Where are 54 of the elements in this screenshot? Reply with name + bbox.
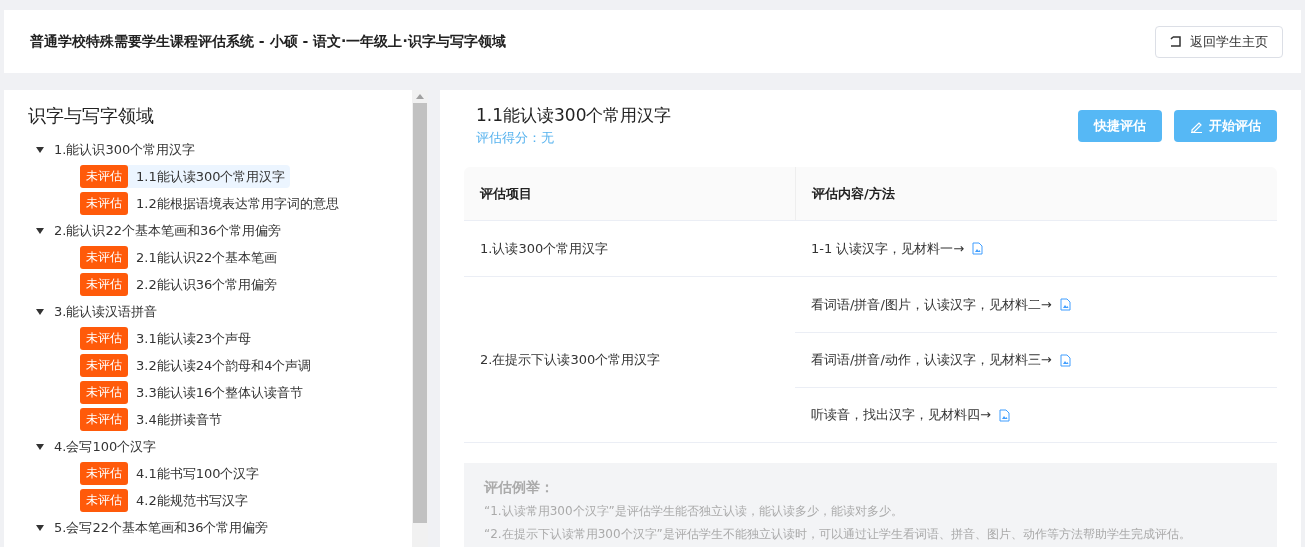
tree-item[interactable]: 未评估 3.1能认读23个声母	[80, 327, 256, 350]
tree-item[interactable]: 未评估 1.1能认读300个常用汉字	[80, 165, 290, 188]
status-badge: 未评估	[80, 354, 128, 377]
tree-item[interactable]: 未评估 1.2能根据语境表达常用字词的意思	[80, 192, 343, 215]
example-text: “1.认读常用300个汉字”是评估学生能否独立认读，能认读多少，能读对多少。	[484, 503, 904, 520]
status-badge: 未评估	[80, 462, 128, 485]
tree-item[interactable]: 未评估 4.2能规范书写汉字	[80, 489, 252, 512]
column-header: 评估内容/方法	[795, 167, 1277, 221]
caret-icon[interactable]	[36, 443, 44, 450]
status-badge: 未评估	[80, 165, 128, 188]
score-text: 评估得分：无	[476, 129, 555, 147]
return-icon	[1170, 36, 1182, 47]
file-icon[interactable]	[972, 242, 984, 255]
scrollbar[interactable]	[412, 90, 428, 547]
status-badge: 未评估	[80, 381, 128, 404]
status-badge: 未评估	[80, 246, 128, 269]
status-badge: 未评估	[80, 489, 128, 512]
file-icon[interactable]	[998, 408, 1010, 422]
caret-icon[interactable]	[36, 227, 44, 234]
column-header: 评估项目	[464, 167, 795, 221]
file-icon[interactable]	[1059, 298, 1071, 311]
caret-icon[interactable]	[36, 524, 44, 531]
tree-group-label[interactable]: 3.能认读汉语拼音	[54, 302, 158, 321]
file-icon[interactable]	[1059, 353, 1071, 367]
examples-title: 评估例举：	[484, 479, 555, 497]
tree-item[interactable]: 未评估 2.2能认识36个常用偏旁	[80, 273, 282, 296]
tree-group-label[interactable]: 4.会写100个汉字	[54, 437, 157, 456]
scroll-up-icon[interactable]	[416, 94, 424, 99]
tree-item[interactable]: 未评估 4.1能书写100个汉字	[80, 462, 264, 485]
method-text: 1-1 认读汉字，见材料一→	[811, 239, 965, 258]
status-badge: 未评估	[80, 408, 128, 431]
tree-group-label[interactable]: 2.能认识22个基本笔画和36个常用偏旁	[54, 221, 282, 240]
tree-group-label[interactable]: 1.能认识300个常用汉字	[54, 140, 196, 159]
tree-item[interactable]: 未评估 3.2能认读24个韵母和4个声调	[80, 354, 316, 377]
status-badge: 未评估	[80, 192, 128, 215]
tree-group-label[interactable]: 5.会写22个基本笔画和36个常用偏旁	[54, 518, 269, 537]
caret-icon[interactable]	[36, 308, 44, 315]
scrollbar-thumb[interactable]	[413, 103, 427, 523]
back-button[interactable]: 返回学生主页	[1155, 25, 1283, 58]
tree-item[interactable]: 未评估 3.4能拼读音节	[80, 408, 226, 431]
tree-item[interactable]: 未评估 2.1能认识22个基本笔画	[80, 246, 282, 269]
status-badge: 未评估	[80, 327, 128, 350]
example-text: “2.在提示下认读常用300个汉字”是评估学生不能独立认读时，可以通过让学生看词语、拼音、图片、动作等方法帮助学生完成评估。	[484, 526, 1192, 543]
sidebar-title: 识字与写字领域	[28, 104, 155, 128]
method-text: 听读音，找出汉字，见材料四→	[811, 406, 991, 424]
table-cell: 1.认读300个常用汉字	[464, 221, 795, 277]
tree-item[interactable]: 未评估 3.3能认读16个整体认读音节	[80, 381, 308, 404]
status-badge: 未评估	[80, 273, 128, 296]
method-text: 看词语/拼音/动作，认读汉字，见材料三→	[811, 351, 1052, 369]
page-title: 普通学校特殊需要学生课程评估系统 - 小硕 - 语文·一年级上·识字与写字领域	[30, 32, 506, 51]
caret-icon[interactable]	[36, 146, 44, 153]
table-cell: 2.在提示下认读300个常用汉字	[464, 277, 795, 443]
method-text: 看词语/拼音/图片，认读汉字，见材料二→	[811, 295, 1052, 314]
detail-title: 1.1能认读300个常用汉字	[476, 104, 672, 127]
